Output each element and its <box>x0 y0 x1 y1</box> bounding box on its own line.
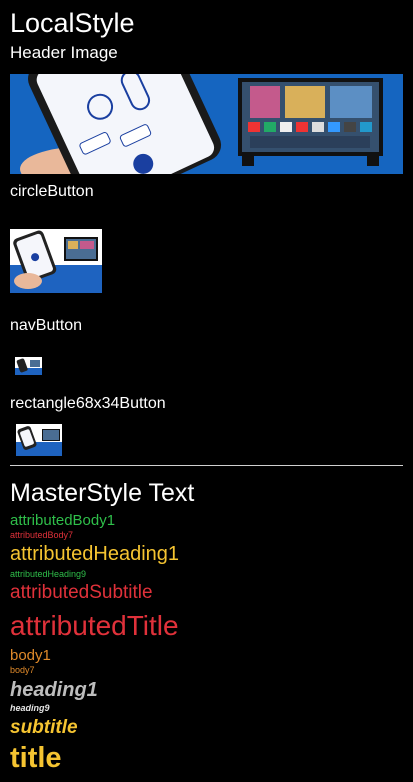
rectangle-68x34-button[interactable] <box>16 424 62 456</box>
text-attributed-body1: attributedBody1 <box>10 512 116 529</box>
rect-button-label: rectangle68x34Button <box>10 395 166 412</box>
remote-tv-nav-icon <box>15 357 42 375</box>
remote-tv-illustration <box>10 74 403 174</box>
header-image <box>10 74 403 174</box>
master-style-title: MasterStyle Text <box>10 479 195 507</box>
text-subtitle: subtitle <box>10 717 78 738</box>
circle-button-label: circleButton <box>10 183 94 200</box>
text-attributed-subtitle: attributedSubtitle <box>10 582 153 603</box>
nav-button-label: navButton <box>10 317 83 334</box>
text-attributed-heading1: attributedHeading1 <box>10 543 180 565</box>
text-attributed-title: attributedTitle <box>10 610 179 641</box>
remote-tv-thumbnail-icon <box>10 229 102 293</box>
text-heading1: heading1 <box>10 679 98 701</box>
section-divider <box>10 465 403 466</box>
text-heading9: heading9 <box>10 703 50 713</box>
text-attributed-heading9: attributedHeading9 <box>10 569 87 579</box>
remote-tv-rect-icon <box>16 424 62 456</box>
header-image-label: Header Image <box>10 43 118 62</box>
nav-button[interactable] <box>15 357 42 375</box>
text-body7: body7 <box>10 665 35 675</box>
text-title: title <box>10 742 62 774</box>
circle-button[interactable] <box>10 229 102 293</box>
local-style-title: LocalStyle <box>10 8 135 38</box>
text-attributed-body7: attributedBody7 <box>10 530 74 540</box>
text-body1: body1 <box>10 647 51 664</box>
